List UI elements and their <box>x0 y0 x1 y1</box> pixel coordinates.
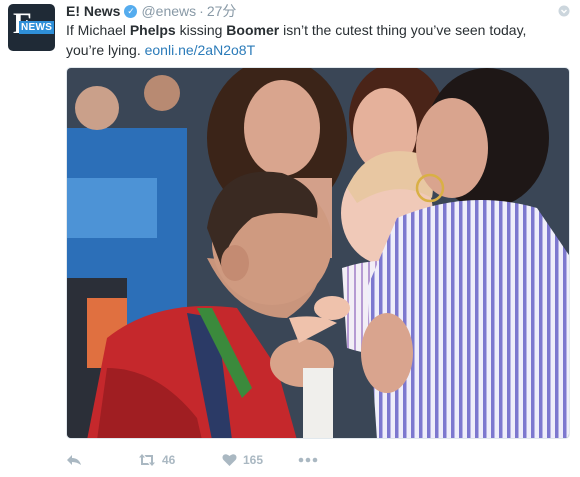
hashtag-phelps[interactable]: Phelps <box>130 22 176 38</box>
tweet-photo[interactable] <box>66 67 570 439</box>
photo-illustration <box>67 68 569 438</box>
more-options-icon[interactable] <box>558 4 570 17</box>
like-button[interactable]: 165 <box>222 453 298 467</box>
tweet-text-part: If Michael <box>66 22 130 38</box>
reply-icon <box>67 455 81 465</box>
avatar-logo-badge: NEWS <box>19 21 55 34</box>
reply-button[interactable] <box>66 453 138 467</box>
retweet-button[interactable]: 46 <box>138 453 222 467</box>
tweet-card: E NEWS E! News ✓ @enews · 27分 If Michael… <box>0 0 580 477</box>
retweet-count: 46 <box>162 453 176 467</box>
author-handle[interactable]: @enews <box>141 3 196 19</box>
author-name[interactable]: E! News <box>66 3 120 19</box>
ellipsis-icon <box>298 457 318 463</box>
tweet-text-part: kissing <box>175 22 227 38</box>
enews-avatar[interactable]: E NEWS <box>8 4 55 51</box>
retweet-icon <box>139 454 155 466</box>
more-button[interactable] <box>298 457 318 463</box>
like-count: 165 <box>243 453 264 467</box>
tweet-timestamp[interactable]: 27分 <box>207 1 237 21</box>
heart-icon <box>222 454 237 466</box>
tweet-link[interactable]: eonli.ne/2aN2o8T <box>145 42 256 58</box>
tweet-text: If Michael Phelps kissing Boomer isn’t t… <box>66 20 566 60</box>
tweet-header: E! News ✓ @enews · 27分 <box>66 2 236 20</box>
tweet-actions: 46 165 <box>66 448 318 472</box>
verified-badge-icon: ✓ <box>124 4 138 18</box>
hashtag-boomer[interactable]: Boomer <box>226 22 279 38</box>
meta-separator: · <box>199 3 204 19</box>
